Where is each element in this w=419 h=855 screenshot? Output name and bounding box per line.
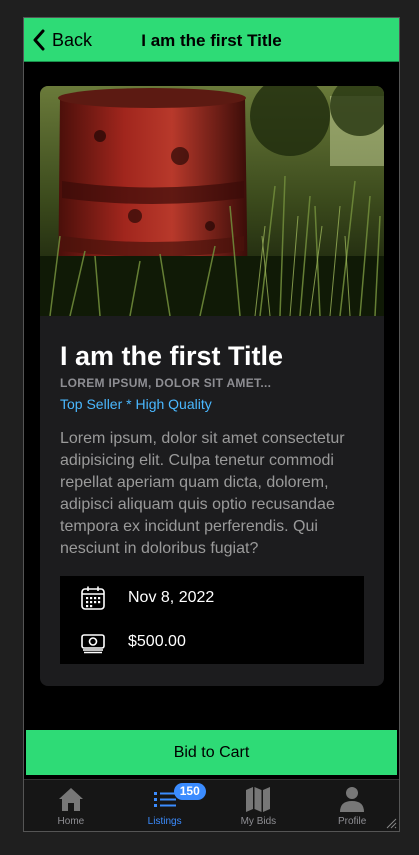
calendar-icon <box>81 586 105 610</box>
tab-bar: Home 150 Listings My Bids Profile <box>24 779 399 831</box>
listing-card: I am the first Title LOREM IPSUM, DOLOR … <box>40 86 384 686</box>
card-title: I am the first Title <box>60 341 284 371</box>
bid-to-cart-button[interactable]: Bid to Cart <box>26 730 397 775</box>
resize-grip-icon[interactable] <box>385 817 397 829</box>
date-value: Nov 8, 2022 <box>128 589 215 606</box>
price-value: $500.00 <box>128 633 186 650</box>
cash-icon <box>81 634 105 654</box>
info-panel: Nov 8, 2022 $500.00 <box>60 576 364 664</box>
tab-my-bids-label: My Bids <box>240 816 277 827</box>
page-title: I am the first Title <box>141 31 282 50</box>
tab-home[interactable]: Home <box>24 780 118 831</box>
card-content: I am the first Title LOREM IPSUM, DOLOR … <box>60 340 364 560</box>
map-icon <box>246 787 271 812</box>
card-subtitle: LOREM IPSUM, DOLOR SIT AMET... <box>60 376 272 390</box>
listings-count-badge: 150 <box>173 783 206 800</box>
tab-my-bids[interactable]: My Bids <box>212 780 306 831</box>
tab-listings-label: Listings <box>147 816 182 827</box>
listing-image <box>40 86 384 316</box>
nav-header: Back I am the first Title <box>24 18 399 62</box>
tab-home-label: Home <box>57 816 85 827</box>
card-tagline: Top Seller * High Quality <box>60 396 212 412</box>
price-row: $500.00 <box>60 620 364 664</box>
tab-profile-label: Profile <box>337 816 367 827</box>
date-row: Nov 8, 2022 <box>60 576 364 620</box>
tab-listings[interactable]: 150 Listings <box>118 780 212 831</box>
person-icon <box>340 787 365 812</box>
card-description: Lorem ipsum, dolor sit amet consectetur … <box>60 430 345 557</box>
home-icon <box>58 788 83 811</box>
app-frame: Back I am the first Title I am the first… <box>23 17 400 832</box>
